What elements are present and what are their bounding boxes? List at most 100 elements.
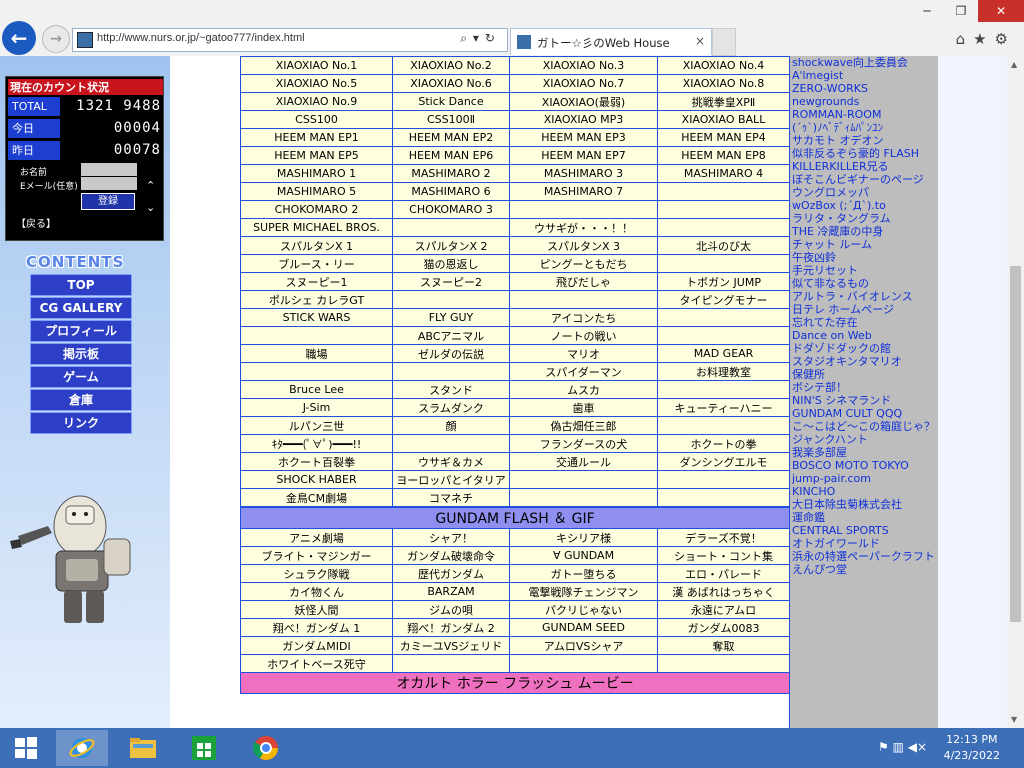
external-link[interactable]: A'lmegist bbox=[790, 69, 938, 82]
flash-cell[interactable]: ホクートの拳 bbox=[657, 434, 790, 453]
browser-tab[interactable]: ガトー☆彡のWeb House × bbox=[510, 28, 712, 55]
flash-cell[interactable]: HEEM MAN EP5 bbox=[240, 146, 393, 165]
gundam-cell[interactable]: アニメ劇場 bbox=[240, 528, 393, 547]
start-button[interactable] bbox=[0, 730, 52, 766]
external-link[interactable]: ジャンクハント bbox=[790, 433, 938, 446]
name-field[interactable] bbox=[81, 163, 137, 176]
external-link[interactable]: newgrounds bbox=[790, 95, 938, 108]
flash-cell[interactable]: CSS100Ⅱ bbox=[392, 110, 510, 129]
minimize-icon[interactable]: ─ bbox=[910, 0, 944, 22]
flash-cell[interactable]: ダンシングエルモ bbox=[657, 452, 790, 471]
gundam-cell[interactable]: パクリじゃない bbox=[509, 600, 658, 619]
gundam-cell[interactable]: 永遠にアムロ bbox=[657, 600, 790, 619]
flash-cell[interactable]: スパルタンX 1 bbox=[240, 236, 393, 255]
external-link[interactable]: NIN'S シネマランド bbox=[790, 394, 938, 407]
flash-cell[interactable]: XIAOXIAO(最弱) bbox=[509, 92, 658, 111]
gundam-cell[interactable]: ガトー堕ちる bbox=[509, 564, 658, 583]
gundam-cell[interactable]: 奪取 bbox=[657, 636, 790, 655]
gundam-cell[interactable]: 電撃戦隊チェンジマン bbox=[509, 582, 658, 601]
gundam-cell[interactable]: アムロVSシャア bbox=[509, 636, 658, 655]
vertical-scrollbar[interactable]: ▲ ▼ bbox=[1007, 56, 1024, 728]
gundam-cell[interactable]: キシリア様 bbox=[509, 528, 658, 547]
flash-cell[interactable]: スヌーピー1 bbox=[240, 272, 393, 291]
flash-cell[interactable]: ゼルダの伝説 bbox=[392, 344, 510, 363]
gundam-cell[interactable]: ショート・コント集 bbox=[657, 546, 790, 565]
home-favorites-settings-icons[interactable]: ⌂★⚙ bbox=[956, 30, 1016, 48]
gundam-cell[interactable]: ホワイトベース死守 bbox=[240, 654, 393, 673]
external-link[interactable]: スタジオキンタマリオ bbox=[790, 355, 938, 368]
flash-cell[interactable]: XIAOXIAO No.5 bbox=[240, 74, 393, 93]
back-button[interactable]: ← bbox=[2, 21, 36, 55]
flash-cell[interactable]: 北斗のび太 bbox=[657, 236, 790, 255]
flash-cell[interactable]: アイコンたち bbox=[509, 308, 658, 327]
external-link[interactable]: 似非反るぞら豪的 FLASH bbox=[790, 147, 938, 160]
gundam-cell[interactable]: GUNDAM SEED bbox=[509, 618, 658, 637]
external-link[interactable]: GUNDAM CULT QQQ bbox=[790, 407, 938, 420]
flash-cell[interactable]: ヨーロッパとイタリア bbox=[392, 470, 510, 489]
register-button[interactable]: 登録 bbox=[81, 193, 135, 210]
scrollbar-thumb[interactable] bbox=[1010, 266, 1021, 622]
flash-cell[interactable]: MAD GEAR bbox=[657, 344, 790, 363]
flash-cell[interactable]: 交通ルール bbox=[509, 452, 658, 471]
gundam-cell[interactable]: BARZAM bbox=[392, 582, 510, 601]
flash-cell[interactable]: ｷﾀ━━━(ﾟ∀ﾟ)━━━!! bbox=[240, 434, 393, 453]
gundam-cell[interactable]: シュラク隊戦 bbox=[240, 564, 393, 583]
flash-cell[interactable]: MASHIMARO 5 bbox=[240, 182, 393, 201]
menu-game[interactable]: ゲーム bbox=[30, 366, 132, 388]
flash-cell[interactable]: XIAOXIAO MP3 bbox=[509, 110, 658, 129]
gundam-cell[interactable]: ガンダムMIDI bbox=[240, 636, 393, 655]
flash-cell[interactable]: XIAOXIAO No.9 bbox=[240, 92, 393, 111]
flash-cell[interactable]: STICK WARS bbox=[240, 308, 393, 327]
external-link[interactable]: 日テレ ホームページ bbox=[790, 303, 938, 316]
external-link[interactable]: KILLERKILLER兄る bbox=[790, 160, 938, 173]
flash-cell[interactable]: XIAOXIAO No.8 bbox=[657, 74, 790, 93]
external-link[interactable]: 大日本除虫菊株式会社 bbox=[790, 498, 938, 511]
gundam-cell[interactable]: シャア！ bbox=[392, 528, 510, 547]
flash-cell[interactable]: ピングーともだち bbox=[509, 254, 658, 273]
external-link[interactable]: ZERO-WORKS bbox=[790, 82, 938, 95]
external-link[interactable]: 忘れてた存在 bbox=[790, 316, 938, 329]
flash-cell[interactable]: スヌーピー2 bbox=[392, 272, 510, 291]
flash-cell[interactable]: ウサギ＆カメ bbox=[392, 452, 510, 471]
external-link[interactable]: 保健所 bbox=[790, 368, 938, 381]
flash-cell[interactable]: ウサギが・・・！！ bbox=[509, 218, 658, 237]
flash-cell[interactable]: 顔 bbox=[392, 416, 510, 435]
gundam-cell[interactable]: カイ物くん bbox=[240, 582, 393, 601]
flash-cell[interactable]: CHOKOMARO 2 bbox=[240, 200, 393, 219]
gundam-cell[interactable]: 翔べ！ガンダム 1 bbox=[240, 618, 393, 637]
flash-cell[interactable]: HEEM MAN EP8 bbox=[657, 146, 790, 165]
taskbar-store[interactable] bbox=[178, 730, 230, 766]
email-field[interactable] bbox=[81, 177, 137, 190]
flash-cell[interactable]: スタンド bbox=[392, 380, 510, 399]
external-link[interactable]: えんぴつ堂 bbox=[790, 563, 938, 576]
flash-cell[interactable]: XIAOXIAO No.2 bbox=[392, 56, 510, 75]
external-link[interactable]: 午夜凶鈴 bbox=[790, 251, 938, 264]
flash-cell[interactable]: HEEM MAN EP6 bbox=[392, 146, 510, 165]
flash-cell[interactable]: J-Sim bbox=[240, 398, 393, 417]
scroll-up-icon[interactable]: ⌃ bbox=[146, 179, 155, 192]
external-link[interactable]: CENTRAL SPORTS bbox=[790, 524, 938, 537]
scroll-down-icon[interactable]: ⌄ bbox=[146, 201, 155, 214]
external-link[interactable]: サカモト オデオン bbox=[790, 134, 938, 147]
address-tools-icons[interactable]: ⌕▾↻ bbox=[460, 31, 501, 46]
flash-cell[interactable]: MASHIMARO 1 bbox=[240, 164, 393, 183]
menu-bbs[interactable]: 掲示板 bbox=[30, 343, 132, 365]
flash-cell[interactable]: HEEM MAN EP4 bbox=[657, 128, 790, 147]
flash-cell[interactable]: XIAOXIAO No.1 bbox=[240, 56, 393, 75]
flash-cell[interactable]: ノートの戦い bbox=[509, 326, 658, 345]
taskbar-ie[interactable] bbox=[56, 730, 108, 766]
address-bar[interactable]: http://www.nurs.or.jp/~gatoo777/index.ht… bbox=[72, 28, 508, 52]
external-link[interactable]: THE 冷蔵庫の中身 bbox=[790, 225, 938, 238]
external-link[interactable]: (´ｩ`)ﾉﾍﾞﾃﾞｨﾑﾊﾟﾝﾕﾝ bbox=[790, 121, 938, 134]
external-link[interactable]: ROMMAN-ROOM bbox=[790, 108, 938, 121]
gundam-cell[interactable]: カミーユVSジェリド bbox=[392, 636, 510, 655]
flash-cell[interactable]: CHOKOMARO 3 bbox=[392, 200, 510, 219]
menu-link[interactable]: リンク bbox=[30, 412, 132, 434]
menu-storage[interactable]: 倉庫 bbox=[30, 389, 132, 411]
flash-cell[interactable]: MASHIMARO 3 bbox=[509, 164, 658, 183]
external-link[interactable]: オトガイワールド bbox=[790, 537, 938, 550]
counter-back-link[interactable]: 【戻る】 bbox=[16, 215, 56, 230]
menu-cg-gallery[interactable]: CG GALLERY bbox=[30, 297, 132, 319]
flash-cell[interactable]: SUPER MICHAEL BROS. bbox=[240, 218, 393, 237]
tray-icons[interactable]: ⚑ ▥ ◀× bbox=[878, 740, 927, 754]
